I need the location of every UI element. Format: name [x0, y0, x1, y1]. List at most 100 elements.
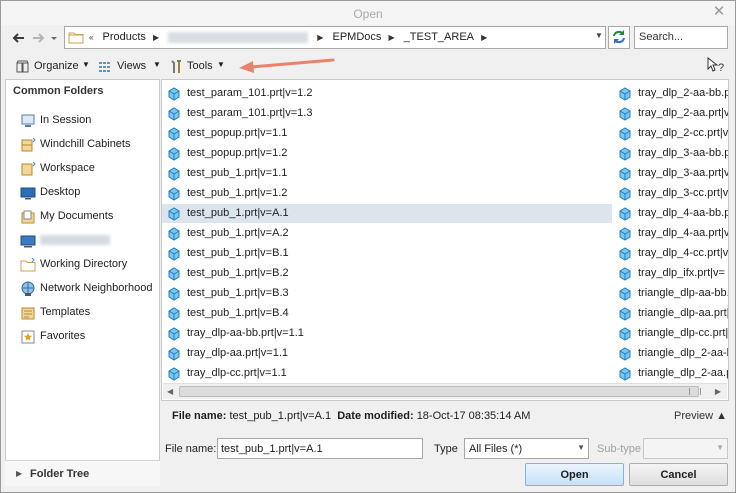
file-row[interactable]: triangle_dlp_2-aa-b — [613, 344, 728, 363]
breadcrumb-redacted[interactable] — [168, 31, 309, 43]
file-name: test_pub_1.prt|v=B.4 — [187, 307, 289, 319]
part-file-icon — [167, 347, 181, 363]
file-row[interactable]: tray_dlp_4-aa.prt|v — [613, 224, 728, 243]
file-row[interactable]: tray_dlp_2-aa-bb.pr — [613, 84, 728, 103]
file-row[interactable]: test_popup.prt|v=1.2 — [162, 144, 612, 163]
part-file-icon — [618, 327, 632, 343]
back-arrow-icon[interactable] — [11, 30, 27, 46]
common-folders-panel: Common Folders In Session Windchill Cabi… — [5, 79, 160, 484]
tools-label: Tools — [187, 60, 213, 72]
file-row[interactable]: triangle_dlp-cc.prt| — [613, 324, 729, 343]
scrollbar-thumb[interactable] — [179, 386, 699, 397]
file-name: test_pub_1.prt|v=B.2 — [187, 267, 289, 279]
context-help-icon[interactable]: ? — [706, 56, 726, 78]
file-row[interactable]: test_pub_1.prt|v=B.2 — [162, 264, 612, 283]
file-row[interactable]: test_pub_1.prt|v=1.2 — [162, 184, 612, 203]
file-row[interactable]: triangle_dlp_2-aa.p — [613, 364, 729, 383]
chevron-down-icon: ▼ — [82, 60, 90, 69]
file-name: tray_dlp-cc.prt|v=1.1 — [187, 367, 287, 379]
part-file-icon — [618, 167, 632, 183]
tools-menu[interactable]: Tools ▼ — [169, 59, 229, 75]
workspace-icon — [20, 161, 36, 180]
sidebar-item-label: Working Directory — [40, 258, 128, 270]
chevron-down-icon: ▼ — [577, 443, 585, 452]
file-row[interactable]: test_pub_1.prt|v=A.2 — [162, 224, 612, 243]
file-row[interactable]: tray_dlp-aa.prt|v=1.1 — [162, 344, 612, 363]
file-row[interactable]: triangle_dlp-aa-bb. — [613, 284, 729, 303]
file-row[interactable]: tray_dlp_4-cc.prt|v — [613, 244, 728, 263]
forward-arrow-icon[interactable] — [30, 30, 46, 46]
folder-tree-toggle[interactable]: ▶ Folder Tree — [5, 460, 160, 486]
file-row[interactable]: test_param_101.prt|v=1.3 — [162, 104, 612, 123]
info-date-label: Date modified: — [337, 410, 414, 422]
file-name: triangle_dlp-aa-bb. — [638, 287, 729, 299]
file-row[interactable]: test_param_101.prt|v=1.2 — [162, 84, 612, 103]
file-name-input[interactable]: test_pub_1.prt|v=A.1 — [217, 438, 423, 459]
file-row[interactable]: tray_dlp-cc.prt|v=1.1 — [162, 364, 612, 383]
file-row[interactable]: test_popup.prt|v=1.1 — [162, 124, 612, 143]
annotation-arrow — [239, 58, 335, 73]
breadcrumb-products[interactable]: Products — [103, 31, 146, 43]
views-menu[interactable]: Views ▼ — [98, 59, 162, 75]
file-name: triangle_dlp_2-aa.p — [638, 367, 729, 379]
file-name: test_popup.prt|v=1.2 — [187, 147, 288, 159]
svg-text:?: ? — [718, 62, 724, 74]
part-file-icon — [167, 187, 181, 203]
file-name: tray_dlp_3-aa.prt|v — [638, 167, 729, 179]
file-name: tray_dlp_3-aa-bb.pr — [638, 147, 729, 159]
file-row[interactable]: test_pub_1.prt|v=B.3 — [162, 284, 612, 303]
part-file-icon — [167, 367, 181, 383]
refresh-button[interactable] — [608, 26, 630, 49]
file-name: tray_dlp-aa-bb.prt|v=1.1 — [187, 327, 304, 339]
scroll-left-icon[interactable]: ◀ — [167, 387, 173, 396]
breadcrumb-epmdocs[interactable]: EPMDocs — [333, 31, 382, 43]
info-file-name-value: test_pub_1.prt|v=A.1 — [229, 410, 332, 422]
part-file-icon — [618, 147, 632, 163]
file-row[interactable]: tray_dlp-aa-bb.prt|v=1.1 — [162, 324, 612, 343]
address-bar[interactable]: « Products ▶ ▶ EPMDocs ▶ _TEST_AREA ▶ — [64, 26, 606, 49]
file-name: triangle_dlp-cc.prt| — [638, 327, 729, 339]
file-name-label: File name: — [165, 443, 217, 455]
scroll-right-icon[interactable]: ▶ — [715, 387, 721, 396]
breadcrumb-separator-icon[interactable]: ▶ — [153, 33, 159, 42]
file-row[interactable]: test_pub_1.prt|v=A.1 — [162, 204, 612, 223]
file-row[interactable]: tray_dlp_3-aa.prt|v — [613, 164, 729, 183]
part-file-icon — [167, 207, 181, 223]
horizontal-scrollbar[interactable]: ◀ ▶ — [163, 383, 727, 399]
chevron-down-icon[interactable]: ▼ — [593, 31, 605, 43]
part-file-icon — [618, 247, 632, 263]
file-row[interactable]: test_pub_1.prt|v=B.1 — [162, 244, 612, 263]
computer-icon — [20, 233, 36, 252]
history-dropdown-icon[interactable] — [49, 30, 59, 46]
preview-toggle[interactable]: Preview ▲ — [674, 410, 727, 422]
subtype-select: ▼ — [643, 438, 728, 459]
open-button[interactable]: Open — [525, 463, 624, 486]
cancel-button[interactable]: Cancel — [629, 463, 728, 486]
file-row[interactable]: tray_dlp_4-aa-bb.pr — [613, 204, 728, 223]
file-row[interactable]: tray_dlp_2-cc.prt|v — [613, 124, 728, 143]
file-name: test_pub_1.prt|v=A.2 — [187, 227, 289, 239]
breadcrumb-test-area[interactable]: _TEST_AREA — [404, 31, 474, 43]
part-file-icon — [618, 127, 632, 143]
breadcrumb-separator-icon[interactable]: ▶ — [481, 33, 487, 42]
file-row[interactable]: test_pub_1.prt|v=B.4 — [162, 304, 612, 323]
chevron-down-icon: ▼ — [217, 60, 225, 69]
file-row[interactable]: tray_dlp_3-aa-bb.pr — [613, 144, 729, 163]
part-file-icon — [618, 187, 632, 203]
type-select[interactable]: All Files (*) ▼ — [464, 438, 589, 459]
file-list[interactable]: test_param_101.prt|v=1.2 test_param_101.p… — [161, 79, 729, 401]
file-row[interactable]: tray_dlp_ifx.prt|v= — [613, 264, 728, 283]
breadcrumb-separator-icon[interactable]: ▶ — [317, 33, 323, 42]
sidebar-item-label: Windchill Cabinets — [40, 138, 131, 150]
part-file-icon — [167, 247, 181, 263]
file-row[interactable]: tray_dlp_3-cc.prt|v — [613, 184, 728, 203]
organize-menu[interactable]: Organize ▼ — [15, 59, 91, 75]
file-row[interactable]: triangle_dlp-aa.prt| — [613, 304, 728, 323]
file-row[interactable]: test_pub_1.prt|v=1.1 — [162, 164, 612, 183]
sidebar-item-label: Workspace — [40, 162, 95, 174]
file-row[interactable]: tray_dlp_2-aa.prt|v — [613, 104, 728, 123]
close-icon[interactable]: ✕ — [712, 4, 726, 20]
breadcrumb-separator-icon[interactable]: ▶ — [388, 33, 394, 42]
search-input[interactable]: Search... — [634, 26, 728, 49]
overflow-chevron-icon[interactable]: « — [89, 33, 93, 42]
